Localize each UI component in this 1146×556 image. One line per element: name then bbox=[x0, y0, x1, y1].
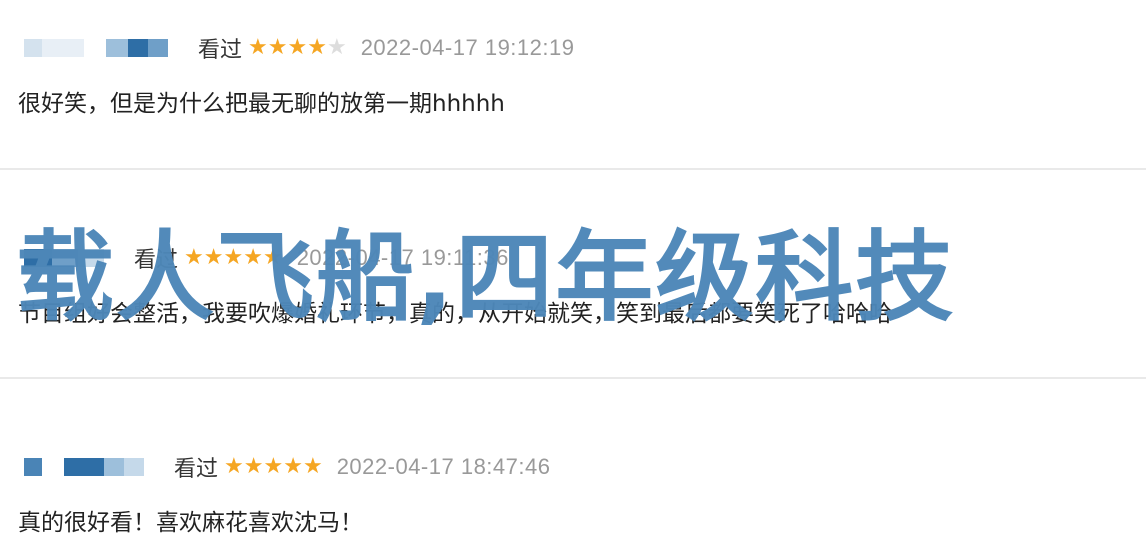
review-text: 真的很好看！喜欢麻花喜欢沈马！ bbox=[18, 510, 363, 536]
rating-label: 看过 bbox=[174, 457, 219, 482]
star-filled-icon: ★ bbox=[307, 35, 327, 60]
star-filled-icon: ★ bbox=[248, 35, 268, 60]
star-filled-icon: ★ bbox=[302, 454, 323, 479]
star-filled-icon: ★ bbox=[263, 454, 284, 479]
star-filled-icon: ★ bbox=[267, 35, 288, 60]
star-rating: ★ ★ ★ ★ ★ bbox=[248, 37, 347, 59]
review-date: 2022-04-17 19:12:19 bbox=[360, 35, 575, 60]
review-text: 很好笑，但是为什么把最无聊的放第一期hhhhh bbox=[18, 91, 505, 117]
star-empty-icon: ★ bbox=[326, 35, 347, 60]
star-filled-icon: ★ bbox=[283, 454, 303, 479]
star-rating: ★ ★ ★ ★ ★ bbox=[224, 456, 323, 478]
review-meta: 看过 ★ ★ ★ ★ ★ 2022-04-17 18:47:46 bbox=[24, 453, 551, 482]
star-filled-icon: ★ bbox=[287, 35, 308, 60]
user-name-redacted[interactable] bbox=[24, 39, 168, 57]
star-filled-icon: ★ bbox=[224, 454, 244, 479]
review-item-3: 看过 ★ ★ ★ ★ ★ 2022-04-17 18:47:46 真的很好看！喜欢麻花喜… bbox=[0, 379, 1146, 556]
overlay-title: 载人飞船,四年级科技 bbox=[16, 221, 956, 335]
user-name-redacted[interactable] bbox=[24, 458, 144, 476]
review-meta: 看过 ★ ★ ★ ★ ★ 2022-04-17 19:12:19 bbox=[24, 34, 575, 63]
star-filled-icon: ★ bbox=[243, 454, 264, 479]
rating-label: 看过 bbox=[198, 38, 243, 63]
review-date: 2022-04-17 18:47:46 bbox=[336, 454, 551, 479]
review-item-1: 看过 ★ ★ ★ ★ ★ 2022-04-17 19:12:19 很好笑，但是为什么把最… bbox=[0, 0, 1146, 168]
